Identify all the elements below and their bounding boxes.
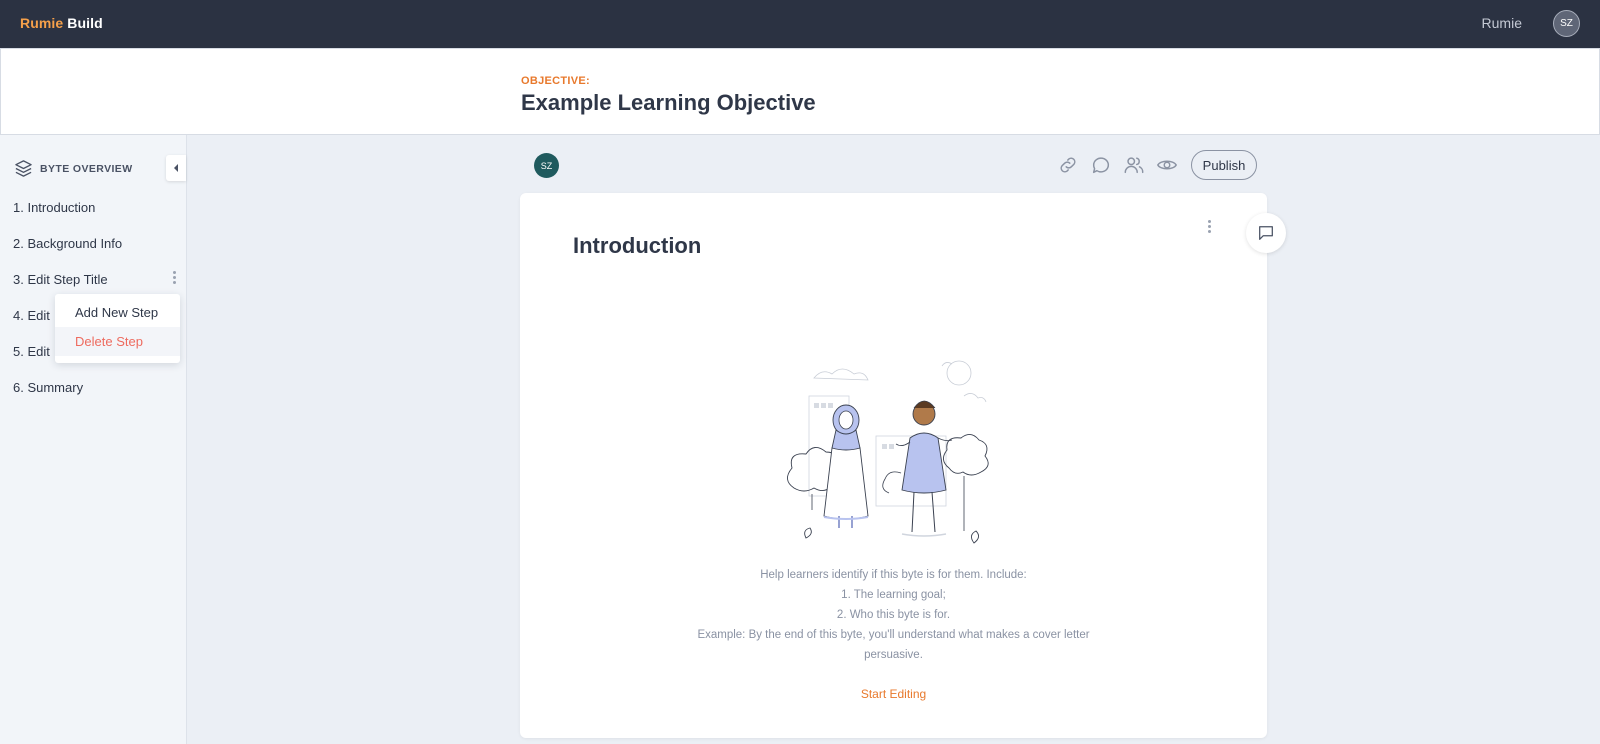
user-name[interactable]: Rumie	[1482, 15, 1522, 31]
help-line: 2. Who this byte is for.	[836, 609, 951, 621]
sidebar-title: BYTE OVERVIEW	[40, 162, 133, 175]
byte-overview-sidebar: BYTE OVERVIEW 1. Introduction 2. Backgro…	[0, 135, 187, 744]
brand-secondary: Build	[67, 15, 103, 31]
user-avatar[interactable]: SZ	[1553, 10, 1580, 37]
top-bar: Rumie Build Rumie SZ	[0, 0, 1600, 48]
add-new-step-menu-item[interactable]: Add New Step	[55, 298, 180, 327]
link-icon[interactable]	[1057, 154, 1079, 176]
layers-icon	[15, 160, 32, 177]
start-editing-link[interactable]: Start Editing	[520, 687, 1267, 701]
delete-step-menu-item[interactable]: Delete Step	[55, 327, 180, 356]
collapse-sidebar-button[interactable]	[166, 155, 186, 181]
help-line: Example: By the end of this byte, you'll…	[697, 629, 1090, 661]
two-people-illustration	[787, 360, 989, 544]
step-context-menu: Add New Step Delete Step	[55, 294, 180, 363]
step-item-background-info[interactable]: 2. Background Info	[13, 236, 122, 251]
step-title: Introduction	[573, 233, 702, 258]
sidebar-header: BYTE OVERVIEW	[14, 159, 133, 178]
eye-icon[interactable]	[1156, 154, 1178, 176]
objective-title: Example Learning Objective	[521, 90, 816, 115]
brand-logo[interactable]: Rumie Build	[20, 15, 103, 31]
step-content-card: Introduction Help learners identify if t…	[520, 193, 1267, 738]
step-help-text: Help learners identify if this byte is f…	[680, 565, 1107, 665]
add-comment-button[interactable]	[1246, 213, 1286, 253]
help-line: Help learners identify if this byte is f…	[760, 569, 1027, 581]
collaborator-avatar[interactable]: SZ	[534, 153, 559, 178]
step-item-4[interactable]: 4. Edit	[13, 308, 50, 323]
step-item-summary[interactable]: 6. Summary	[13, 380, 83, 395]
objective-header: OBJECTIVE: Example Learning Objective	[0, 48, 1600, 135]
users-icon[interactable]	[1123, 154, 1145, 176]
help-line: 1. The learning goal;	[841, 589, 946, 601]
step-item-edit-step-title[interactable]: 3. Edit Step Title	[13, 272, 108, 287]
card-more-options-icon[interactable]	[1207, 220, 1213, 236]
chevron-left-icon	[174, 164, 178, 172]
comment-icon[interactable]	[1090, 154, 1112, 176]
brand-primary: Rumie	[20, 15, 64, 31]
step-more-options-icon[interactable]	[172, 271, 178, 287]
comment-square-icon	[1259, 226, 1273, 240]
objective-label: OBJECTIVE:	[521, 75, 591, 87]
publish-button[interactable]: Publish	[1191, 150, 1257, 180]
step-item-introduction[interactable]: 1. Introduction	[13, 200, 95, 215]
step-item-5[interactable]: 5. Edit	[13, 344, 50, 359]
